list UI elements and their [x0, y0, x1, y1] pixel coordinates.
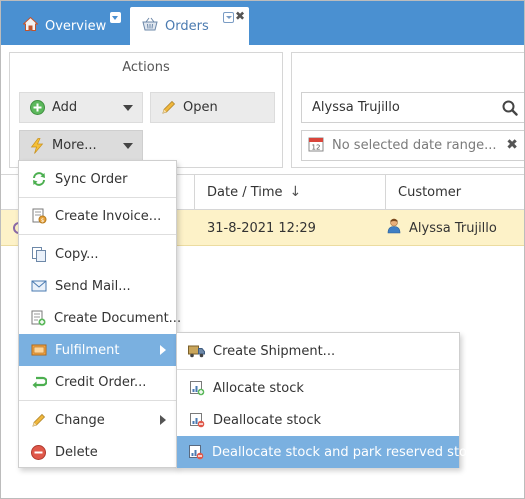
window: Overview Orders ✖ Actions Add Open More.… — [0, 0, 525, 499]
column-header-customer[interactable]: Customer — [385, 175, 524, 209]
truck-icon — [188, 343, 205, 360]
home-icon — [22, 16, 39, 35]
menu-item-send-mail[interactable]: Send Mail... — [19, 270, 176, 302]
tab-overview-menu-button[interactable] — [110, 12, 121, 23]
menu-item-label: Send Mail... — [55, 278, 131, 294]
menu-item-label: Create Shipment... — [213, 343, 336, 359]
tab-orders[interactable]: Orders ✖ — [130, 7, 249, 45]
chevron-down-icon — [123, 105, 133, 111]
menu-item-label: Create Document... — [54, 310, 182, 326]
user-icon — [387, 218, 401, 238]
chevron-right-icon — [160, 345, 166, 355]
menu-item-fulfilment[interactable]: Fulfilment — [19, 334, 176, 366]
search-input-value: Alyssa Trujillo — [312, 100, 400, 115]
menu-item-label: Credit Order... — [55, 374, 147, 390]
search-input[interactable]: Alyssa Trujillo — [301, 92, 524, 123]
open-button-label: Open — [183, 100, 218, 115]
more-button[interactable]: More... — [19, 130, 143, 161]
sync-icon — [30, 171, 47, 188]
tab-strip: Overview Orders ✖ — [1, 1, 524, 45]
calendar-icon: 12 — [308, 136, 324, 156]
menu-item-credit-order[interactable]: Credit Order... — [19, 366, 176, 398]
add-button-label: Add — [52, 100, 78, 115]
document-icon — [30, 310, 46, 327]
menu-item-label: Create Invoice... — [55, 208, 162, 224]
tab-orders-label: Orders — [165, 18, 209, 34]
menu-item-deallocate-park-stock[interactable]: Deallocate stock and park reserved stock — [177, 436, 482, 468]
menu-item-label: Copy... — [55, 246, 99, 262]
invoice-icon: $ — [30, 208, 47, 225]
tab-orders-menu-button[interactable] — [223, 12, 234, 23]
menu-item-label: Deallocate stock and park reserved stock — [212, 444, 482, 460]
menu-item-sync-order[interactable]: Sync Order — [19, 163, 176, 195]
add-button[interactable]: Add — [19, 92, 143, 123]
fulfilment-icon — [30, 342, 47, 359]
delete-icon — [30, 444, 47, 461]
svg-text:12: 12 — [312, 143, 321, 151]
svg-text:$: $ — [40, 218, 44, 224]
menu-item-deallocate-stock[interactable]: Deallocate stock — [177, 404, 459, 436]
menu-item-label: Fulfilment — [55, 342, 120, 358]
menu-item-label: Allocate stock — [213, 380, 304, 396]
mail-icon — [30, 278, 47, 295]
open-button[interactable]: Open — [150, 92, 275, 123]
menu-item-label: Change — [55, 412, 105, 428]
actions-panel: Actions Add Open More... — [9, 52, 283, 168]
date-range-field[interactable]: 12 No selected date range... ✖ — [301, 130, 524, 161]
chevron-right-icon — [160, 415, 166, 425]
more-button-label: More... — [52, 138, 97, 153]
copy-icon — [30, 246, 47, 263]
pencil-icon — [160, 100, 176, 116]
filter-panel: Alyssa Trujillo 12 No selected date rang… — [291, 52, 524, 168]
allocate-icon — [188, 380, 205, 397]
cell-customer: Alyssa Trujillo — [387, 210, 497, 246]
menu-item-copy[interactable]: Copy... — [19, 238, 176, 270]
menu-item-allocate-stock[interactable]: Allocate stock — [177, 372, 459, 404]
menu-item-change[interactable]: Change — [19, 404, 176, 436]
sort-down-icon: ↓ — [289, 184, 302, 200]
actions-title: Actions — [122, 60, 170, 75]
basket-icon — [142, 17, 158, 35]
menu-item-delete[interactable]: Delete — [19, 436, 176, 468]
credit-icon — [30, 374, 47, 391]
search-icon[interactable] — [502, 100, 518, 120]
cell-customer-label: Alyssa Trujillo — [409, 220, 497, 236]
menu-item-label: Delete — [55, 444, 98, 460]
clear-icon[interactable]: ✖ — [506, 137, 518, 153]
tab-overview-label: Overview — [45, 18, 107, 34]
chevron-down-icon — [123, 143, 133, 149]
column-header-date[interactable]: Date / Time ↓ — [194, 175, 385, 209]
menu-item-create-document[interactable]: Create Document... — [19, 302, 181, 334]
date-range-placeholder: No selected date range... — [332, 138, 497, 153]
menu-item-label: Deallocate stock — [213, 412, 321, 428]
tab-overview[interactable]: Overview — [1, 7, 129, 45]
pencil-icon — [30, 412, 47, 429]
close-icon[interactable]: ✖ — [235, 10, 245, 22]
column-header-date-label: Date / Time — [207, 184, 283, 200]
menu-item-create-shipment[interactable]: Create Shipment... — [177, 335, 459, 367]
fulfilment-submenu: Create Shipment... Allocate stock Deallo… — [176, 332, 482, 468]
menu-separator — [19, 400, 176, 401]
deallocate-park-icon — [188, 444, 204, 461]
add-icon — [29, 100, 45, 116]
menu-separator — [177, 369, 459, 370]
deallocate-icon — [188, 412, 205, 429]
menu-item-label: Sync Order — [55, 171, 128, 187]
more-menu: Sync Order $ Create Invoice... Copy... S… — [18, 160, 181, 468]
menu-item-create-invoice[interactable]: $ Create Invoice... — [19, 200, 176, 232]
menu-separator — [19, 197, 176, 198]
menu-separator — [19, 234, 176, 235]
lightning-icon — [29, 137, 45, 154]
column-header-customer-label: Customer — [398, 184, 462, 200]
cell-date: 31-8-2021 12:29 — [207, 220, 316, 236]
